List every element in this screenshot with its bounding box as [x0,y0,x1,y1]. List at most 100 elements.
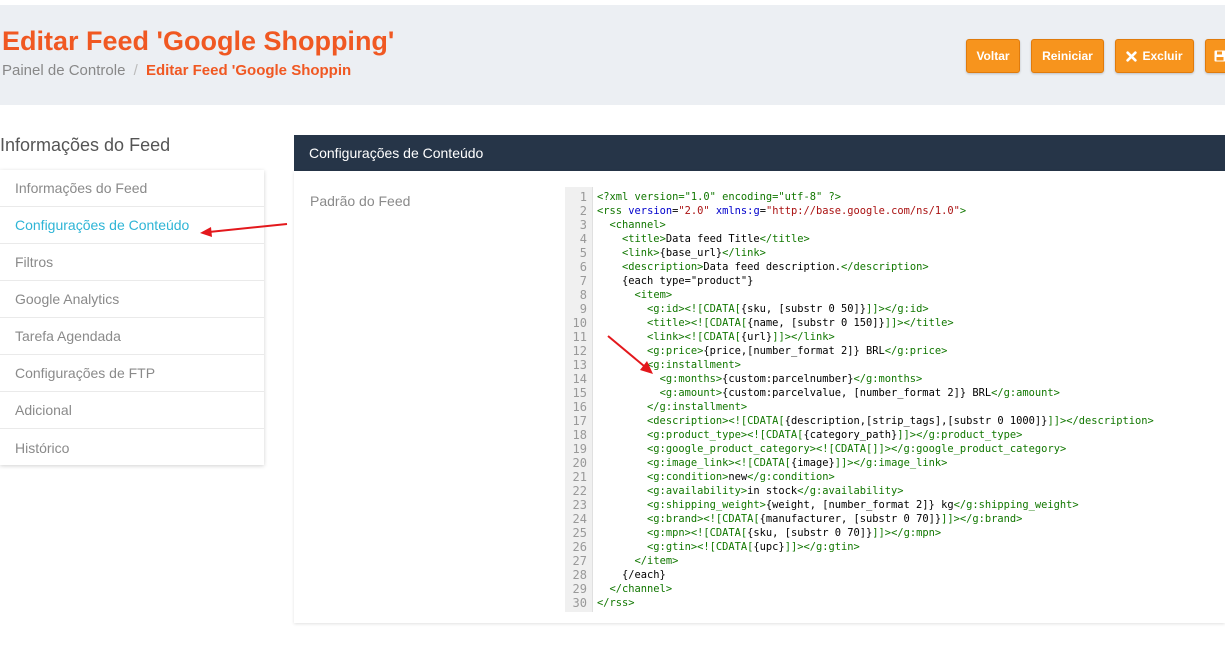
code-text: <rss version="2.0" xmlns:g="http://base.… [597,205,967,217]
line-number: 7 [579,274,587,288]
code-text: <g:id><![CDATA[{sku, [substr 0 50]}]]></… [647,303,929,315]
breadcrumb-separator: / [133,62,138,79]
line-number: 19 [572,442,587,456]
code-line: 20 <g:image_link><![CDATA[{image}]]></g:… [565,456,1225,470]
code-line: 13 <g:installment> [565,358,1225,372]
code-text: <description><![CDATA[{description,[stri… [647,415,1154,427]
line-number: 2 [579,204,587,218]
code-text: <g:installment> [647,359,741,371]
feed-template-editor[interactable]: 1 <?xml version="1.0" encoding="utf-8" ?>… [565,187,1225,612]
line-number: 12 [572,344,587,358]
code-text: <description>Data feed description.</des… [622,261,929,273]
back-button[interactable]: Voltar [966,39,1020,73]
code-line: 11 <link><![CDATA[{url}]]></link> [565,330,1225,344]
code-text: </g:installment> [647,401,748,413]
code-text: <g:amount>{custom:parcelvalue, [number_f… [659,387,1060,399]
code-text: <g:image_link><![CDATA[{image}]]></g:ima… [647,457,948,469]
save-icon [1214,50,1225,62]
code-text: <g:brand><![CDATA[{manufacturer, [substr… [647,513,1023,525]
code-line: 28 {/each} [565,568,1225,582]
code-text: <channel> [609,219,666,231]
code-text: <title><![CDATA[{name, [substr 0 150]}]]… [647,317,954,329]
code-line: 25 <g:mpn><![CDATA[{sku, [substr 0 70]}]… [565,526,1225,540]
code-text: <g:months>{custom:parcelnumber}</g:month… [659,373,923,385]
sidebar-title: Informações do Feed [0,135,171,155]
code-line: 21 <g:condition>new</g:condition> [565,470,1225,484]
delete-button[interactable]: Excluir [1115,39,1194,73]
code-text: </channel> [609,583,673,595]
restart-button-label: Reiniciar [1042,49,1093,63]
sidebar-item-scheduled-task[interactable]: Tarefa Agendada [0,318,264,355]
code-text: <item> [634,289,673,301]
line-number: 16 [572,400,587,414]
code-line: 12 <g:price>{price,[number_format 2]} BR… [565,344,1225,358]
code-line: 5 <link>{base_url}</link> [565,246,1225,260]
line-number: 22 [572,484,587,498]
code-line: 27 </item> [565,554,1225,568]
code-line: 7 {each type="product"} [565,274,1225,288]
panel-title: Configurações de Conteúdo [309,145,484,161]
code-line: 19 <g:google_product_category><![CDATA[]… [565,442,1225,456]
code-line: 16 </g:installment> [565,400,1225,414]
line-number: 29 [572,582,587,596]
code-line: 15 <g:amount>{custom:parcelvalue, [numbe… [565,386,1225,400]
save-button[interactable] [1205,39,1225,73]
code-text: <link>{base_url}</link> [622,247,766,259]
code-text: </item> [634,555,679,567]
line-number: 28 [572,568,587,582]
page-title: Editar Feed 'Google Shopping' [2,26,395,56]
code-line: 6 <description>Data feed description.</d… [565,260,1225,274]
line-number: 5 [579,246,587,260]
line-number: 24 [572,512,587,526]
line-number: 20 [572,456,587,470]
feed-template-label: Padrão do Feed [310,193,411,209]
sidebar-item-content-settings[interactable]: Configurações de Conteúdo [0,207,264,244]
sidebar-item-feed-info[interactable]: Informações do Feed [0,170,264,207]
line-number: 11 [572,330,587,344]
code-line: 10 <title><![CDATA[{name, [substr 0 150]… [565,316,1225,330]
code-text: <g:availability>in stock</g:availability… [647,485,904,497]
code-line: 18 <g:product_type><![CDATA[{category_pa… [565,428,1225,442]
code-text: <g:shipping_weight>{weight, [number_form… [647,499,1079,511]
line-number: 23 [572,498,587,512]
line-number: 10 [572,316,587,330]
code-line: 22 <g:availability>in stock</g:availabil… [565,484,1225,498]
breadcrumb-current: Editar Feed 'Google Shoppin [145,62,352,79]
line-number: 30 [572,596,587,610]
line-number: 21 [572,470,587,484]
breadcrumb: Painel de Controle / Editar Feed 'Google… [2,62,351,79]
line-number: 4 [579,232,587,246]
sidebar-item-history[interactable]: Histórico [0,429,264,466]
line-number: 8 [579,288,587,302]
line-number: 14 [572,372,587,386]
code-text: <?xml version="1.0" encoding="utf-8" ?> [597,191,841,203]
code-line: 8 <item> [565,288,1225,302]
code-line: 9 <g:id><![CDATA[{sku, [substr 0 50]}]]>… [565,302,1225,316]
line-number: 1 [579,190,587,204]
code-line: 2 <rss version="2.0" xmlns:g="http://base… [565,204,1225,218]
line-number: 15 [572,386,587,400]
code-text: <g:product_type><![CDATA[{category_path}… [647,429,1023,441]
code-line: 24 <g:brand><![CDATA[{manufacturer, [sub… [565,512,1225,526]
line-number: 26 [572,540,587,554]
code-line: 30 </rss> [565,596,1225,610]
code-line: 26 <g:gtin><![CDATA[{upc}]]></g:gtin> [565,540,1225,554]
breadcrumb-home[interactable]: Painel de Controle [2,62,125,79]
code-line: 23 <g:shipping_weight>{weight, [number_f… [565,498,1225,512]
code-text: <g:price>{price,[number_format 2]} BRL</… [647,345,948,357]
back-button-label: Voltar [976,49,1010,63]
line-number: 27 [572,554,587,568]
code-line: 14 <g:months>{custom:parcelnumber}</g:mo… [565,372,1225,386]
line-number: 13 [572,358,587,372]
code-text: <g:condition>new</g:condition> [647,471,835,483]
line-number: 9 [579,302,587,316]
sidebar-item-filters[interactable]: Filtros [0,244,264,281]
sidebar-item-ftp-settings[interactable]: Configurações de FTP [0,355,264,392]
line-number: 18 [572,428,587,442]
close-icon [1126,50,1138,62]
panel-header: Configurações de Conteúdo [294,135,1225,171]
sidebar-item-additional[interactable]: Adicional [0,392,264,429]
sidebar-item-google-analytics[interactable]: Google Analytics [0,281,264,318]
restart-button[interactable]: Reiniciar [1031,39,1104,73]
code-line: 17 <description><![CDATA[{description,[s… [565,414,1225,428]
